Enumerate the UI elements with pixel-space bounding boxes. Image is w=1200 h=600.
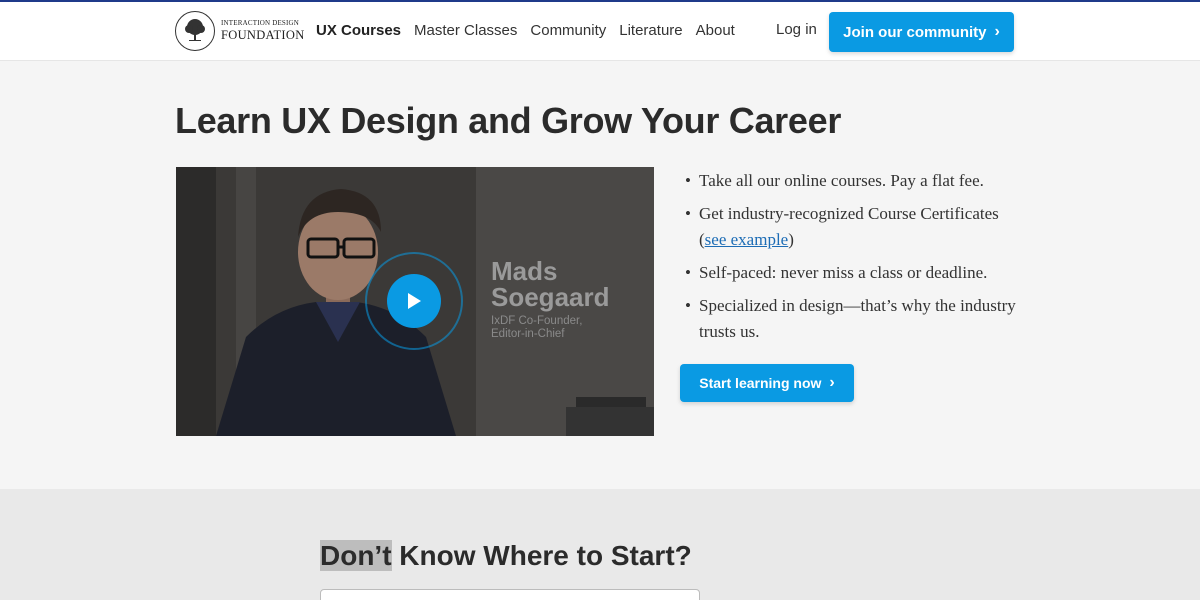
see-example-link[interactable]: see example (705, 230, 789, 249)
nav-literature[interactable]: Literature (619, 22, 682, 39)
speaker-role-line1: IxDF Co-Founder, (491, 315, 583, 327)
speaker-first-name: Mads (491, 256, 558, 286)
benefit-self-paced: Self-paced: never miss a class or deadli… (683, 260, 1023, 286)
site-logo[interactable]: INTERACTION DESIGN FOUNDATION (175, 11, 305, 51)
benefit-flat-fee: Take all our online courses. Pay a flat … (683, 168, 1023, 194)
logo-wordmark: INTERACTION DESIGN FOUNDATION (221, 20, 305, 42)
play-icon (408, 293, 421, 309)
benefit-specialized: Specialized in design—that’s why the ind… (683, 293, 1023, 345)
site-header: INTERACTION DESIGN FOUNDATION UX Courses… (0, 2, 1200, 61)
nav-ux-courses[interactable]: UX Courses (316, 22, 401, 39)
heading-highlight: Don’t (320, 540, 392, 571)
benefit-certificates: Get industry-recognized Course Certifica… (683, 201, 1023, 253)
chevron-right-icon: › (994, 23, 1000, 40)
join-community-label: Join our community (843, 23, 987, 41)
page-title: Learn UX Design and Grow Your Career (175, 100, 842, 141)
speaker-role: IxDF Co-Founder, Editor-in-Chief (491, 315, 582, 341)
chevron-right-icon: › (829, 374, 835, 391)
logo-line1: INTERACTION DESIGN (221, 19, 300, 28)
benefit-certificates-close: ) (788, 230, 794, 249)
heading-rest: Know Where to Start? (391, 540, 692, 571)
nav-about[interactable]: About (696, 22, 735, 39)
where-to-start-heading: Don’t Know Where to Start? (320, 540, 692, 572)
start-learning-label: Start learning now (699, 375, 822, 391)
logo-line2: FOUNDATION (221, 28, 305, 43)
speaker-last-name: Soegaard (491, 282, 610, 312)
start-learning-button[interactable]: Start learning now › (680, 364, 854, 402)
nav-community[interactable]: Community (530, 22, 606, 39)
benefits-list: Take all our online courses. Pay a flat … (683, 168, 1023, 352)
tree-logo-icon (175, 11, 215, 51)
play-button[interactable] (387, 274, 441, 328)
main-nav: UX Courses Master Classes Community Lite… (316, 22, 748, 39)
speaker-name: Mads Soegaard (491, 258, 610, 310)
join-community-button[interactable]: Join our community › (829, 12, 1014, 52)
topic-selector-box[interactable] (320, 589, 700, 600)
speaker-role-line2: Editor-in-Chief (491, 328, 565, 340)
nav-master-classes[interactable]: Master Classes (414, 22, 517, 39)
login-link[interactable]: Log in (776, 21, 817, 38)
